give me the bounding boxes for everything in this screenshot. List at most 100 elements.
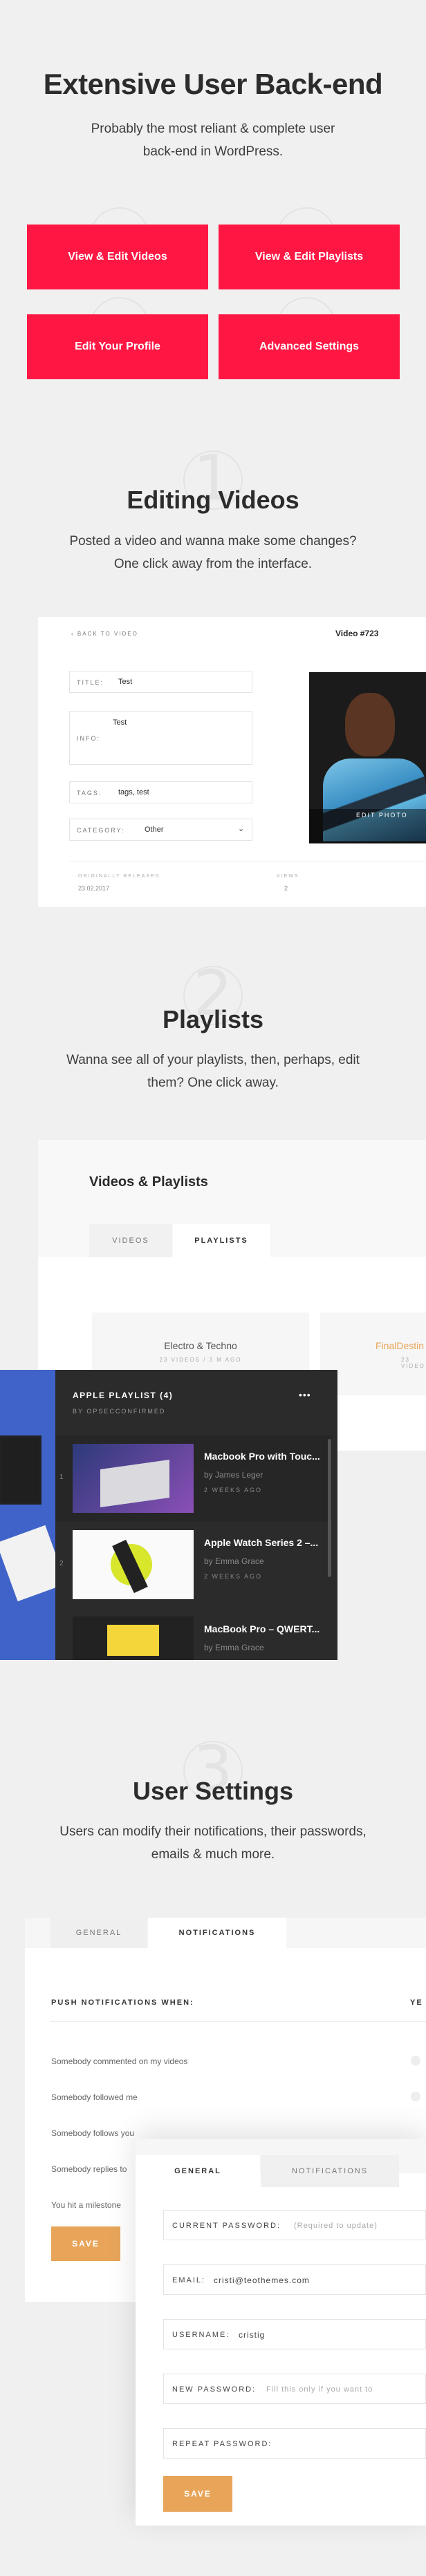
tags-value: tags, test <box>118 788 149 796</box>
title-label: TITLE: <box>77 679 104 686</box>
playlist-item[interactable]: 2 Apple Watch Series 2 –... by Emma Grac… <box>55 1522 332 1608</box>
tab-general[interactable]: GENERAL <box>50 1918 147 1948</box>
screen-shape <box>107 1625 159 1656</box>
repeat-password-field[interactable]: REPEAT PASSWORD: <box>163 2428 426 2459</box>
notification-row: Somebody follows you <box>51 2128 135 2138</box>
section-desc-1: Posted a video and wanna make some chang… <box>69 534 357 548</box>
info-field[interactable]: INFO: Test <box>69 711 252 765</box>
edit-video-card: ‹ BACK TO VIDEO Video #723 TITLE: Test I… <box>38 617 426 907</box>
tags-field[interactable]: TAGS: tags, test <box>69 781 252 803</box>
section-desc-2: emails & much more. <box>151 1847 275 1862</box>
playlist-item-title: Apple Watch Series 2 –... <box>204 1537 319 1548</box>
playlist-item[interactable]: 1 Macbook Pro with Touc... by James Lege… <box>55 1435 332 1522</box>
general-panel: GENERAL NOTIFICATIONS CURRENT PASSWORD: … <box>136 2139 426 2526</box>
chevron-down-icon: ⌄ <box>238 825 245 833</box>
edit-profile-button[interactable]: Edit Your Profile <box>27 314 208 379</box>
email-field[interactable]: EMAIL: cristi@teothemes.com <box>163 2264 426 2295</box>
field-label: NEW PASSWORD: <box>172 2385 257 2394</box>
laptop-shape <box>100 1459 169 1508</box>
section-desc-1: Users can modify their notifications, th… <box>59 1824 367 1839</box>
field-value: cristi@teothemes.com <box>214 2276 310 2285</box>
notification-row: Somebody replies to <box>51 2164 127 2174</box>
tab-notifications[interactable]: NOTIFICATIONS <box>261 2155 399 2187</box>
category-select[interactable]: CATEGORY: Other ⌄ <box>69 819 252 841</box>
views-value: 2 <box>284 885 288 892</box>
playlist-item-age: 2 WEEKS AGO <box>204 1573 263 1580</box>
advanced-settings-button[interactable]: Advanced Settings <box>219 314 400 379</box>
playlist-overlay: APPLE PLAYLIST (4) BY OPSECCONFIRMED •••… <box>55 1370 337 1660</box>
section-title-editing-videos: Editing Videos <box>127 486 299 514</box>
section-desc-1: Wanna see all of your playlists, then, p… <box>66 1053 360 1067</box>
released-label: ORIGINALLY RELEASED <box>78 874 160 879</box>
push-header: PUSH NOTIFICATIONS WHEN: <box>51 1998 194 2007</box>
push-header-right: YE <box>410 1998 423 2007</box>
title-field[interactable]: TITLE: Test <box>69 671 252 693</box>
category-label: CATEGORY: <box>77 827 125 834</box>
hero-title: Extensive User Back-end <box>43 68 383 100</box>
playlist-item-title: Macbook Pro with Touc... <box>204 1451 320 1462</box>
save-button[interactable]: SAVE <box>163 2476 232 2512</box>
toggle-dot[interactable] <box>411 2092 420 2101</box>
playlist-item-author: by Emma Grace <box>204 1643 264 1652</box>
playlist-item-author: by Emma Grace <box>204 1556 264 1566</box>
scrollbar[interactable] <box>328 1439 331 1577</box>
video-id: Video #723 <box>335 629 379 638</box>
field-label: REPEAT PASSWORD: <box>172 2440 272 2448</box>
notification-row: Somebody followed me <box>51 2092 138 2102</box>
notification-row: Somebody commented on my videos <box>51 2057 188 2066</box>
view-edit-playlists-button[interactable]: View & Edit Playlists <box>219 225 400 289</box>
section-title-user-settings: User Settings <box>132 1777 294 1805</box>
more-icon[interactable]: ••• <box>299 1389 311 1400</box>
watch-thumbnail <box>73 1530 194 1599</box>
video-thumbnail[interactable]: EDIT PHOTO <box>309 672 426 843</box>
notification-row: You hit a milestone <box>51 2200 121 2210</box>
view-edit-videos-button[interactable]: View & Edit Videos <box>27 225 208 289</box>
username-field[interactable]: USERNAME: cristig <box>163 2319 426 2349</box>
playlist-item-title: MacBook Pro – QWERT... <box>204 1623 320 1634</box>
tab-general[interactable]: GENERAL <box>136 2155 260 2187</box>
playlist-card-meta: 23 VIDEO <box>401 1357 425 1369</box>
back-to-video-link[interactable]: ‹ BACK TO VIDEO <box>71 631 138 637</box>
edit-photo-label[interactable]: EDIT PHOTO <box>356 812 408 819</box>
playlist-by: BY OPSECCONFIRMED <box>73 1408 166 1415</box>
playlist-item-index: 2 <box>59 1560 64 1567</box>
person-head <box>345 693 395 756</box>
field-hint: (Required to update) <box>294 2222 378 2230</box>
hero-subtitle-2: back-end in WordPress. <box>142 144 284 159</box>
field-label: USERNAME: <box>172 2331 230 2339</box>
save-button[interactable]: SAVE <box>51 2226 120 2261</box>
current-password-field[interactable]: CURRENT PASSWORD: (Required to update) <box>163 2210 426 2240</box>
playlist-card-title: Electro & Techno <box>164 1340 237 1351</box>
playlist-item[interactable]: MacBook Pro – QWERT... by Emma Grace <box>55 1608 332 1660</box>
device-body <box>0 1435 41 1505</box>
macbook-qwerty-thumbnail <box>73 1616 194 1660</box>
playlist-title: APPLE PLAYLIST (4) <box>73 1391 174 1400</box>
field-label: EMAIL: <box>172 2276 206 2284</box>
tab-playlists[interactable]: PLAYLISTS <box>173 1224 270 1257</box>
playlist-card-meta: 23 VIDEOS / 3 M AGO <box>159 1357 242 1363</box>
info-label: INFO: <box>77 735 100 742</box>
section-title-playlists: Playlists <box>162 1005 264 1033</box>
field-label: CURRENT PASSWORD: <box>172 2222 281 2230</box>
tab-notifications[interactable]: NOTIFICATIONS <box>148 1918 286 1948</box>
macbook-thumbnail <box>73 1444 194 1513</box>
new-password-field[interactable]: NEW PASSWORD: Fill this only if you want… <box>163 2374 426 2404</box>
released-value: 23.02.2017 <box>78 885 110 892</box>
toggle-dot[interactable] <box>411 2056 420 2065</box>
divider <box>50 2021 426 2022</box>
title-value: Test <box>118 678 133 686</box>
views-label: VIEWS <box>277 874 299 879</box>
field-value: cristig <box>239 2330 266 2340</box>
playlist-item-age: 2 WEEKS AGO <box>204 1487 263 1494</box>
hero-subtitle-1: Probably the most reliant & complete use… <box>91 122 335 136</box>
field-hint: Fill this only if you want to <box>266 2385 373 2394</box>
playlist-item-index: 1 <box>59 1473 64 1481</box>
panel-heading: Videos & Playlists <box>89 1174 208 1190</box>
tab-videos[interactable]: VIDEOS <box>89 1224 172 1257</box>
info-value: Test <box>113 718 127 727</box>
playlist-card-title: FinalDestin <box>376 1340 425 1351</box>
section-desc-2: One click away from the interface. <box>113 557 313 571</box>
tags-label: TAGS: <box>77 790 102 796</box>
section-desc-2: them? One click away. <box>147 1076 279 1090</box>
category-value: Other <box>145 826 164 834</box>
